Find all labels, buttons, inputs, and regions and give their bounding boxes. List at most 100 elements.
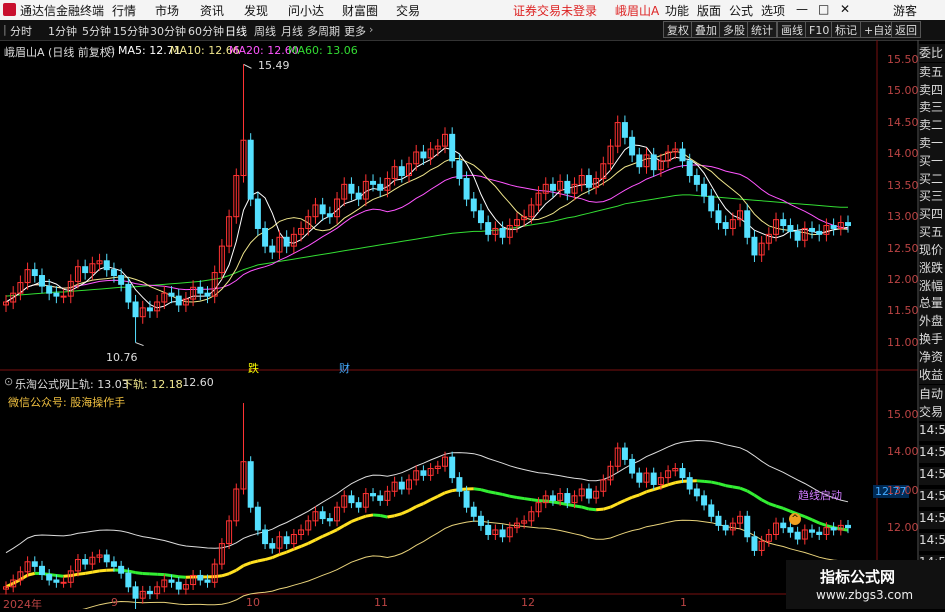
y-tick: 12.00 xyxy=(887,273,919,286)
settings-circle-icon[interactable]: ⊙ xyxy=(106,43,115,56)
right-panel-item[interactable]: 自动 xyxy=(919,385,945,403)
tab-monthly[interactable]: 月线 xyxy=(281,23,303,39)
main-candle-body xyxy=(752,237,757,255)
close-button[interactable]: ✕ xyxy=(840,2,850,16)
app-title: 通达信金融终端 xyxy=(20,2,104,19)
more-chevron-icon[interactable]: › xyxy=(369,23,373,36)
fuquan-button[interactable]: 复权 xyxy=(663,21,693,38)
mid-band-segment xyxy=(78,573,85,574)
tab-fenshi[interactable]: 分时 xyxy=(10,23,32,39)
sub-y-tick: 13.00 xyxy=(887,484,919,497)
back-button[interactable]: 返回 xyxy=(891,21,921,38)
right-panel-item[interactable]: 卖二 xyxy=(919,116,945,134)
right-panel-item[interactable]: 委比 xyxy=(919,44,945,62)
main-candle-body xyxy=(327,214,332,217)
sub-settings-icon[interactable]: ⊙ xyxy=(4,375,13,388)
tab-1min[interactable]: 1分钟 xyxy=(48,23,77,39)
tab-weekly[interactable]: 周线 xyxy=(254,23,276,39)
menu-shichang[interactable]: 市场 xyxy=(155,2,179,19)
diejia-button[interactable]: 叠加 xyxy=(691,21,721,38)
mid-band-segment xyxy=(265,558,272,560)
mid-band-segment xyxy=(172,576,179,577)
mid-band-segment xyxy=(704,481,711,482)
sub-candle-body xyxy=(651,473,656,484)
main-candle-body xyxy=(478,211,483,223)
tab-more[interactable]: 更多 xyxy=(344,23,366,39)
right-panel-item[interactable]: 14:56 xyxy=(919,445,945,463)
mid-band-segment xyxy=(726,486,733,487)
right-panel-item[interactable]: 卖一 xyxy=(919,134,945,152)
menu-gongshi[interactable]: 公式 xyxy=(729,2,753,19)
right-panel-item[interactable]: 卖五 xyxy=(919,63,945,81)
chart-area[interactable] xyxy=(0,40,945,609)
right-panel-item[interactable]: 买五 xyxy=(919,223,945,241)
duogu-button[interactable]: 多股 xyxy=(719,21,749,38)
marker-die[interactable]: 跌 xyxy=(248,360,259,376)
right-panel-item[interactable]: 14:56 xyxy=(919,511,945,529)
mid-band-segment xyxy=(100,570,107,571)
right-panel-item[interactable]: 买一 xyxy=(919,152,945,170)
right-panel-item[interactable]: 14:56 xyxy=(919,423,945,441)
right-panel-item[interactable]: 涨跌 xyxy=(919,259,945,277)
tab-60min[interactable]: 60分钟 xyxy=(188,23,224,39)
mid-band-segment xyxy=(164,575,171,576)
right-panel-item[interactable]: 外盘 xyxy=(919,312,945,330)
tab-15min[interactable]: 15分钟 xyxy=(113,23,149,39)
up-arrow-icon[interactable]: ^ xyxy=(789,513,801,525)
menu-caifuquan[interactable]: 财富圈 xyxy=(342,2,378,19)
right-panel-item[interactable]: 买二 xyxy=(919,170,945,188)
main-candle-body xyxy=(371,181,376,184)
right-panel-item[interactable]: 总量 xyxy=(919,294,945,312)
right-panel-item[interactable]: 14:56 xyxy=(919,533,945,551)
tab-30min[interactable]: 30分钟 xyxy=(150,23,186,39)
sub-candle-body xyxy=(478,516,483,525)
main-candle-body xyxy=(680,149,685,161)
menu-wenxiaoda[interactable]: 问小达 xyxy=(288,2,324,19)
tongji-button[interactable]: 统计 xyxy=(747,21,777,38)
main-candle-body xyxy=(169,293,174,296)
sub-y-tick: 15.00 xyxy=(887,408,919,421)
marker-cai[interactable]: 财 xyxy=(339,360,350,376)
watermark-title: 指标公式网 xyxy=(820,566,895,587)
mid-band-segment xyxy=(366,515,373,516)
menu-jiaoyi[interactable]: 交易 xyxy=(396,2,420,19)
trade-status[interactable]: 证券交易未登录 xyxy=(513,2,597,19)
mid-band-segment xyxy=(128,571,135,572)
right-panel-item[interactable]: 净资 xyxy=(919,348,945,366)
mid-band-segment xyxy=(560,503,567,504)
mid-band-segment xyxy=(351,519,358,522)
right-panel-item[interactable]: 涨幅 xyxy=(919,277,945,295)
right-panel-item[interactable]: 换手 xyxy=(919,330,945,348)
menu-banmian[interactable]: 版面 xyxy=(697,2,721,19)
tab-daily[interactable]: 日线 xyxy=(225,23,247,39)
sub-candles xyxy=(4,403,851,609)
menu-xuanxiang[interactable]: 选项 xyxy=(761,2,785,19)
right-panel-item[interactable]: 买四 xyxy=(919,205,945,223)
menu-hangqing[interactable]: 行情 xyxy=(112,2,136,19)
right-panel-item[interactable]: 买三 xyxy=(919,187,945,205)
menu-zixun[interactable]: 资讯 xyxy=(200,2,224,19)
menu-gongneng[interactable]: 功能 xyxy=(665,2,689,19)
mid-band-segment xyxy=(287,549,294,552)
tab-multi[interactable]: 多周期 xyxy=(307,23,340,39)
right-panel-item[interactable]: 现价 xyxy=(919,241,945,259)
mid-band-segment xyxy=(71,574,78,575)
huaxian-button[interactable]: 画线 xyxy=(777,21,807,38)
user-label[interactable]: 游客 xyxy=(893,2,917,19)
main-candle-body xyxy=(263,228,268,246)
f10-button[interactable]: F10 xyxy=(805,21,833,38)
biaoji-button[interactable]: 标记 xyxy=(831,21,861,38)
right-panel-item[interactable]: 14:56 xyxy=(919,467,945,485)
right-panel-item[interactable]: 14:56 xyxy=(919,489,945,507)
tab-5min[interactable]: 5分钟 xyxy=(82,23,111,39)
sub-candle-body xyxy=(752,537,757,551)
maximize-button[interactable]: □ xyxy=(818,2,829,16)
menu-faxian[interactable]: 发现 xyxy=(244,2,268,19)
minimize-button[interactable]: — xyxy=(796,2,808,16)
lower-band-label: 下轨: 12.18 xyxy=(122,376,183,392)
main-candle-body xyxy=(810,228,815,231)
right-panel-item[interactable]: 交易 xyxy=(919,403,945,421)
right-panel-item[interactable]: 卖四 xyxy=(919,81,945,99)
right-panel-item[interactable]: 收益 xyxy=(919,366,945,384)
right-panel-item[interactable]: 卖三 xyxy=(919,98,945,116)
